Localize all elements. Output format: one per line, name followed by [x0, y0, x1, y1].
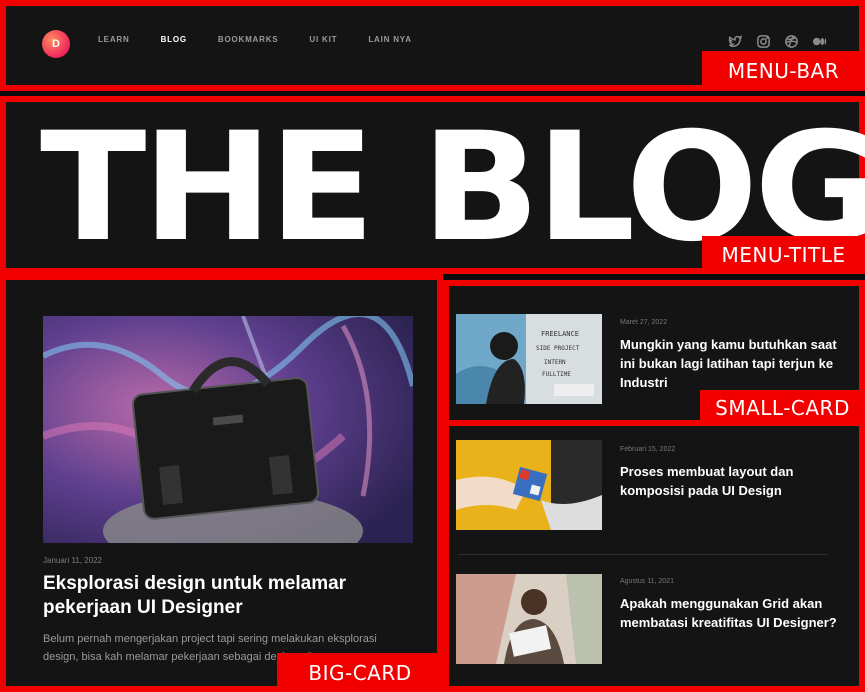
nav-lain-nya[interactable]: LAIN NYA: [368, 35, 411, 49]
annotation-menu-bar: MENU-BAR: [702, 51, 865, 91]
featured-title[interactable]: Eksplorasi design untuk melamar pekerjaa…: [43, 572, 403, 620]
post-title[interactable]: Proses membuat layout dan komposisi pada…: [620, 462, 838, 500]
logo[interactable]: D: [42, 30, 70, 58]
svg-text:INTERN: INTERN: [544, 359, 566, 366]
post-title[interactable]: Apakah menggunakan Grid akan membatasi k…: [620, 594, 838, 632]
post-date: Agustus 11, 2021: [620, 578, 674, 585]
featured-date: Januari 11, 2022: [43, 556, 103, 565]
dribbble-icon[interactable]: [784, 34, 799, 49]
svg-text:SIDE PROJECT: SIDE PROJECT: [536, 345, 580, 352]
post-thumbnail[interactable]: FREELANCE SIDE PROJECT INTERN FULLTIME: [456, 314, 602, 404]
post-title[interactable]: Mungkin yang kamu butuhkan saat ini buka…: [620, 335, 838, 392]
annotation-big-card: BIG-CARD: [277, 653, 443, 692]
nav-ui-kit[interactable]: UI KIT: [309, 35, 337, 49]
social-links: [728, 34, 827, 49]
big-card[interactable]: Januari 11, 2022 Eksplorasi design untuk…: [0, 274, 443, 692]
post-list: Februari 15, 2022 Proses membuat layout …: [443, 426, 865, 692]
post-date: Februari 15, 2022: [620, 446, 676, 453]
annotation-small-card: SMALL-CARD: [700, 390, 865, 426]
logo-letter: D: [52, 38, 60, 50]
svg-text:FREELANCE: FREELANCE: [541, 330, 579, 338]
divider: [458, 554, 828, 555]
twitter-icon[interactable]: [728, 34, 743, 49]
featured-image[interactable]: [43, 316, 413, 543]
post-date: Maret 27, 2022: [620, 319, 668, 326]
main-nav: LEARN BLOG BOOKMARKS UI KIT LAIN NYA: [98, 35, 412, 49]
nav-bookmarks[interactable]: BOOKMARKS: [218, 35, 279, 49]
svg-text:FULLTIME: FULLTIME: [542, 371, 571, 378]
nav-blog[interactable]: BLOG: [161, 35, 187, 49]
instagram-icon[interactable]: [756, 34, 771, 49]
medium-icon[interactable]: [812, 34, 827, 49]
annotation-menu-title: MENU-TITLE: [702, 236, 865, 274]
post-thumbnail[interactable]: [456, 574, 602, 664]
nav-learn[interactable]: LEARN: [98, 35, 130, 49]
post-thumbnail[interactable]: [456, 440, 602, 530]
